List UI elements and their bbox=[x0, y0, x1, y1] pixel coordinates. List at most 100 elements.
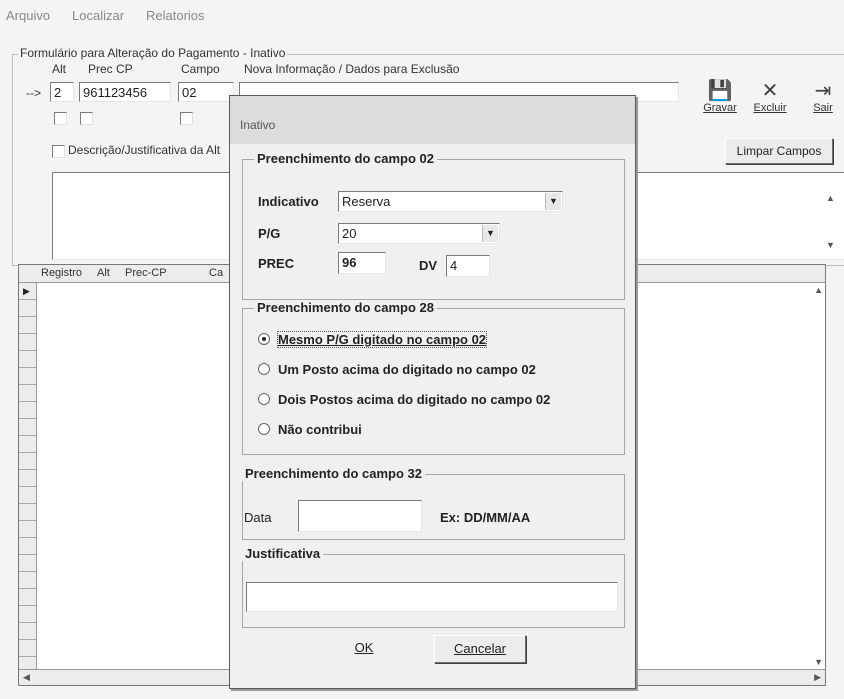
ok-button-label: OK bbox=[354, 640, 374, 655]
grid-row-header[interactable] bbox=[19, 419, 36, 436]
grid-row-header[interactable] bbox=[19, 538, 36, 555]
grid-row-headers: ▶ bbox=[19, 283, 37, 685]
grid-col-alt[interactable]: Alt bbox=[97, 267, 110, 279]
radio-um-posto-label: Um Posto acima do digitado no campo 02 bbox=[278, 362, 536, 377]
gravar-button[interactable]: 💾 Gravar bbox=[702, 80, 738, 114]
dv-field[interactable]: 4 bbox=[446, 255, 490, 277]
excluir-label: Excluir bbox=[753, 102, 787, 114]
grid-col-campo[interactable]: Ca bbox=[209, 267, 223, 279]
save-icon: 💾 bbox=[707, 80, 733, 102]
chevron-down-icon[interactable]: ▼ bbox=[545, 193, 561, 210]
checkbox-descricao[interactable] bbox=[52, 145, 65, 158]
radio-selected-icon bbox=[258, 333, 270, 345]
checkbox-campo[interactable] bbox=[180, 112, 193, 125]
col-alt-label: Alt bbox=[52, 62, 67, 76]
campo-field[interactable]: 02 bbox=[178, 82, 234, 102]
col-nova-info-label: Nova Informação / Dados para Exclusão bbox=[244, 62, 460, 76]
current-row-arrow: --> bbox=[26, 86, 41, 100]
grid-row-header[interactable] bbox=[19, 504, 36, 521]
grid-scroll-up-icon[interactable]: ▲ bbox=[814, 285, 823, 295]
textarea-scroll-up-icon[interactable]: ▲ bbox=[826, 193, 835, 203]
pg-label: P/G bbox=[258, 226, 281, 241]
grid-row-header[interactable] bbox=[19, 453, 36, 470]
data-field[interactable] bbox=[298, 500, 422, 532]
col-prec-cp-label: Prec CP bbox=[88, 62, 133, 76]
radio-dois-postos-label: Dois Postos acima do digitado no campo 0… bbox=[278, 392, 551, 407]
grid-row-header[interactable] bbox=[19, 368, 36, 385]
justificativa-field[interactable] bbox=[246, 582, 618, 612]
grid-row-header[interactable] bbox=[19, 623, 36, 640]
current-row-pointer-icon: ▶ bbox=[23, 286, 30, 296]
radio-unselected-icon bbox=[258, 423, 270, 435]
dialog-title: Inativo bbox=[240, 118, 276, 132]
data-hint: Ex: DD/MM/AA bbox=[440, 510, 531, 525]
grid-row-header[interactable] bbox=[19, 487, 36, 504]
checkbox-prec-cp[interactable] bbox=[80, 112, 93, 125]
data-label: Data bbox=[244, 510, 272, 525]
group-campo-02-title: Preenchimento do campo 02 bbox=[254, 151, 437, 166]
radio-nao-contribui-label: Não contribui bbox=[278, 422, 362, 437]
checkbox-alt[interactable] bbox=[54, 112, 67, 125]
grid-row-header[interactable] bbox=[19, 521, 36, 538]
dv-label: DV bbox=[419, 258, 438, 273]
scroll-right-icon[interactable]: ▶ bbox=[814, 672, 821, 683]
sair-button[interactable]: ⇥ Sair bbox=[808, 80, 838, 114]
exit-icon: ⇥ bbox=[814, 80, 832, 102]
prec-label: PREC bbox=[258, 256, 295, 271]
grid-row-header[interactable] bbox=[19, 300, 36, 317]
radio-um-posto[interactable]: Um Posto acima do digitado no campo 02 bbox=[258, 362, 536, 377]
grid-row-header[interactable] bbox=[19, 572, 36, 589]
delete-icon: ✕ bbox=[761, 80, 779, 102]
grid-row-header[interactable] bbox=[19, 402, 36, 419]
grid-row-header[interactable] bbox=[19, 385, 36, 402]
menu-localizar[interactable]: Localizar bbox=[72, 8, 124, 23]
cancelar-button-label: Cancelar bbox=[453, 641, 507, 656]
group-campo-28-title: Preenchimento do campo 28 bbox=[254, 300, 437, 315]
grid-row-header[interactable] bbox=[19, 606, 36, 623]
menu-arquivo[interactable]: Arquivo bbox=[6, 8, 50, 23]
radio-unselected-icon bbox=[258, 363, 270, 375]
grid-row-header[interactable] bbox=[19, 436, 36, 453]
grid-row-header[interactable] bbox=[19, 334, 36, 351]
prec-field[interactable]: 96 bbox=[338, 252, 386, 274]
indicativo-select[interactable]: Reserva ▼ bbox=[338, 191, 563, 212]
indicativo-value: Reserva bbox=[342, 194, 391, 209]
grid-col-registro[interactable]: Registro bbox=[41, 267, 82, 279]
prec-cp-field[interactable]: 961123456 bbox=[79, 82, 171, 102]
grid-row-header[interactable]: ▶ bbox=[19, 283, 36, 300]
limpar-campos-button[interactable]: Limpar Campos bbox=[725, 138, 833, 164]
radio-unselected-icon bbox=[258, 393, 270, 405]
justificativa-title: Justificativa bbox=[242, 546, 324, 561]
grid-row-header[interactable] bbox=[19, 470, 36, 487]
group-campo-32-title: Preenchimento do campo 32 bbox=[242, 466, 425, 481]
grid-col-prec-cp[interactable]: Prec-CP bbox=[125, 267, 167, 279]
grid-row-header[interactable] bbox=[19, 317, 36, 334]
grid-row-header[interactable] bbox=[19, 555, 36, 572]
pg-value: 20 bbox=[342, 226, 357, 241]
radio-mesmo-pg[interactable]: Mesmo P/G digitado no campo 02 bbox=[258, 331, 488, 348]
cancelar-button[interactable]: Cancelar bbox=[434, 635, 526, 663]
excluir-button[interactable]: ✕ Excluir bbox=[752, 80, 788, 114]
pg-select[interactable]: 20 ▼ bbox=[338, 223, 500, 244]
radio-dois-postos[interactable]: Dois Postos acima do digitado no campo 0… bbox=[258, 392, 550, 407]
scroll-left-icon[interactable]: ◀ bbox=[23, 672, 30, 683]
ok-button[interactable]: OK bbox=[318, 635, 410, 663]
dialog-titlebar[interactable]: Inativo bbox=[230, 96, 635, 144]
radio-nao-contribui[interactable]: Não contribui bbox=[258, 422, 362, 437]
grid-row-header[interactable] bbox=[19, 640, 36, 657]
grid-scroll-down-icon[interactable]: ▼ bbox=[814, 657, 823, 667]
sair-label: Sair bbox=[813, 102, 833, 114]
alt-field[interactable]: 2 bbox=[50, 82, 74, 102]
grid-row-header[interactable] bbox=[19, 589, 36, 606]
menu-relatorios[interactable]: Relatorios bbox=[146, 8, 205, 23]
chevron-down-icon[interactable]: ▼ bbox=[482, 225, 498, 242]
col-campo-label: Campo bbox=[181, 62, 220, 76]
grid-row-header[interactable] bbox=[19, 351, 36, 368]
textarea-scroll-down-icon[interactable]: ▼ bbox=[826, 240, 835, 250]
indicativo-label: Indicativo bbox=[258, 194, 319, 209]
gravar-label: Gravar bbox=[703, 102, 737, 114]
radio-mesmo-pg-label: Mesmo P/G digitado no campo 02 bbox=[276, 331, 488, 348]
form-group-title: Formulário para Alteração do Pagamento -… bbox=[18, 46, 288, 60]
inativo-dialog: Inativo Preenchimento do campo 02 Indica… bbox=[229, 95, 636, 689]
descricao-checkbox-label: Descrição/Justificativa da Alt bbox=[68, 143, 221, 157]
